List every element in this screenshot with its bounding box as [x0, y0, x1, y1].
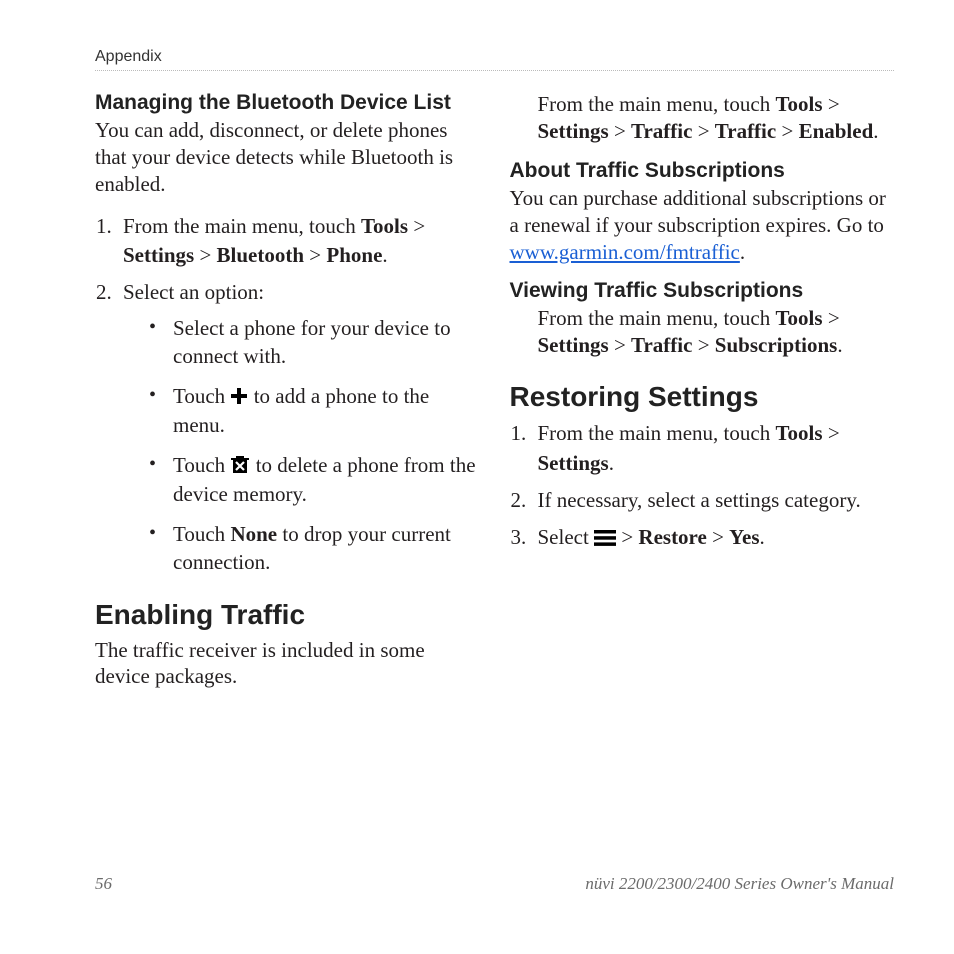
paragraph-subs: You can purchase additional subscription…	[510, 185, 895, 266]
text: >	[616, 525, 638, 549]
manual-title: nüvi 2200/2300/2400 Series Owner's Manua…	[585, 874, 894, 894]
text: >	[823, 92, 840, 116]
right-column: From the main menu, touch Tools > Settin…	[510, 91, 895, 704]
text: .	[609, 451, 614, 475]
bold: Tools	[775, 306, 822, 330]
content-columns: Managing the Bluetooth Device List You c…	[95, 91, 894, 704]
text: .	[760, 525, 765, 549]
text: >	[823, 421, 840, 445]
text: >	[776, 119, 798, 143]
heading-view-subs: Viewing Traffic Subscriptions	[510, 279, 895, 303]
text: Touch	[173, 453, 230, 477]
bold: Traffic	[631, 333, 692, 357]
bold: None	[230, 522, 277, 546]
paragraph-traffic: The traffic receiver is included in some…	[95, 637, 480, 691]
text: >	[194, 243, 216, 267]
text: >	[609, 119, 631, 143]
heading-bluetooth: Managing the Bluetooth Device List	[95, 91, 480, 115]
text: >	[408, 214, 425, 238]
bold: Settings	[538, 451, 609, 475]
running-header: Appendix	[95, 48, 894, 71]
text: From the main menu, touch	[123, 214, 361, 238]
text: >	[823, 306, 840, 330]
text: From the main menu, touch	[538, 306, 776, 330]
text: You can purchase additional subscription…	[510, 186, 886, 237]
list-item: From the main menu, touch Tools > Settin…	[532, 419, 895, 478]
list-item: Touch None to drop your current connecti…	[149, 520, 480, 577]
bold: Traffic	[631, 119, 692, 143]
bold: Phone	[326, 243, 382, 267]
list-item: Select an option: Select a phone for you…	[117, 278, 480, 576]
text: .	[837, 333, 842, 357]
plus-icon	[230, 384, 248, 402]
list-item: From the main menu, touch Tools > Settin…	[117, 212, 480, 271]
page-footer: 56 nüvi 2200/2300/2400 Series Owner's Ma…	[95, 874, 894, 894]
text: Touch	[173, 384, 230, 408]
bold: Restore	[638, 525, 706, 549]
bold: Enabled	[799, 119, 874, 143]
text: Select	[538, 525, 595, 549]
trash-icon	[230, 454, 250, 474]
text: From the main menu, touch	[538, 421, 776, 445]
text: >	[304, 243, 326, 267]
link-fmtraffic[interactable]: www.garmin.com/fmtraffic	[510, 240, 740, 264]
bold: Yes	[729, 525, 759, 549]
text: .	[740, 240, 745, 264]
bluetooth-steps: From the main menu, touch Tools > Settin…	[95, 212, 480, 577]
list-item: Touch to delete a phone from the device …	[149, 451, 480, 508]
bold: Tools	[361, 214, 408, 238]
bold: Tools	[775, 421, 822, 445]
option-list: Select a phone for your device to connec…	[123, 314, 480, 577]
heading-restoring: Restoring Settings	[510, 381, 895, 413]
text: >	[692, 119, 714, 143]
bold: Settings	[123, 243, 194, 267]
list-item: If necessary, select a settings category…	[532, 486, 895, 515]
list-item: Select a phone for your device to connec…	[149, 314, 480, 371]
bold: Tools	[775, 92, 822, 116]
text: Touch	[173, 522, 230, 546]
bold: Settings	[538, 333, 609, 357]
paragraph-enable-path: From the main menu, touch Tools > Settin…	[538, 91, 895, 145]
text: >	[609, 333, 631, 357]
bold: Bluetooth	[217, 243, 305, 267]
text: >	[707, 525, 729, 549]
bold: Traffic	[715, 119, 776, 143]
left-column: Managing the Bluetooth Device List You c…	[95, 91, 480, 704]
text: Select an option:	[123, 280, 264, 304]
paragraph-view-subs: From the main menu, touch Tools > Settin…	[538, 305, 895, 359]
text: .	[873, 119, 878, 143]
restore-steps: From the main menu, touch Tools > Settin…	[510, 419, 895, 553]
menu-icon	[594, 525, 616, 541]
heading-enabling-traffic: Enabling Traffic	[95, 599, 480, 631]
bold: Subscriptions	[715, 333, 838, 357]
list-item: Select > Restore > Yes.	[532, 523, 895, 552]
heading-about-subs: About Traffic Subscriptions	[510, 159, 895, 183]
list-item: Touch to add a phone to the menu.	[149, 382, 480, 439]
text: >	[692, 333, 714, 357]
page-number: 56	[95, 874, 112, 894]
paragraph-bluetooth: You can add, disconnect, or delete phone…	[95, 117, 480, 198]
text: .	[382, 243, 387, 267]
bold: Settings	[538, 119, 609, 143]
text: From the main menu, touch	[538, 92, 776, 116]
page: Appendix Managing the Bluetooth Device L…	[0, 0, 954, 954]
